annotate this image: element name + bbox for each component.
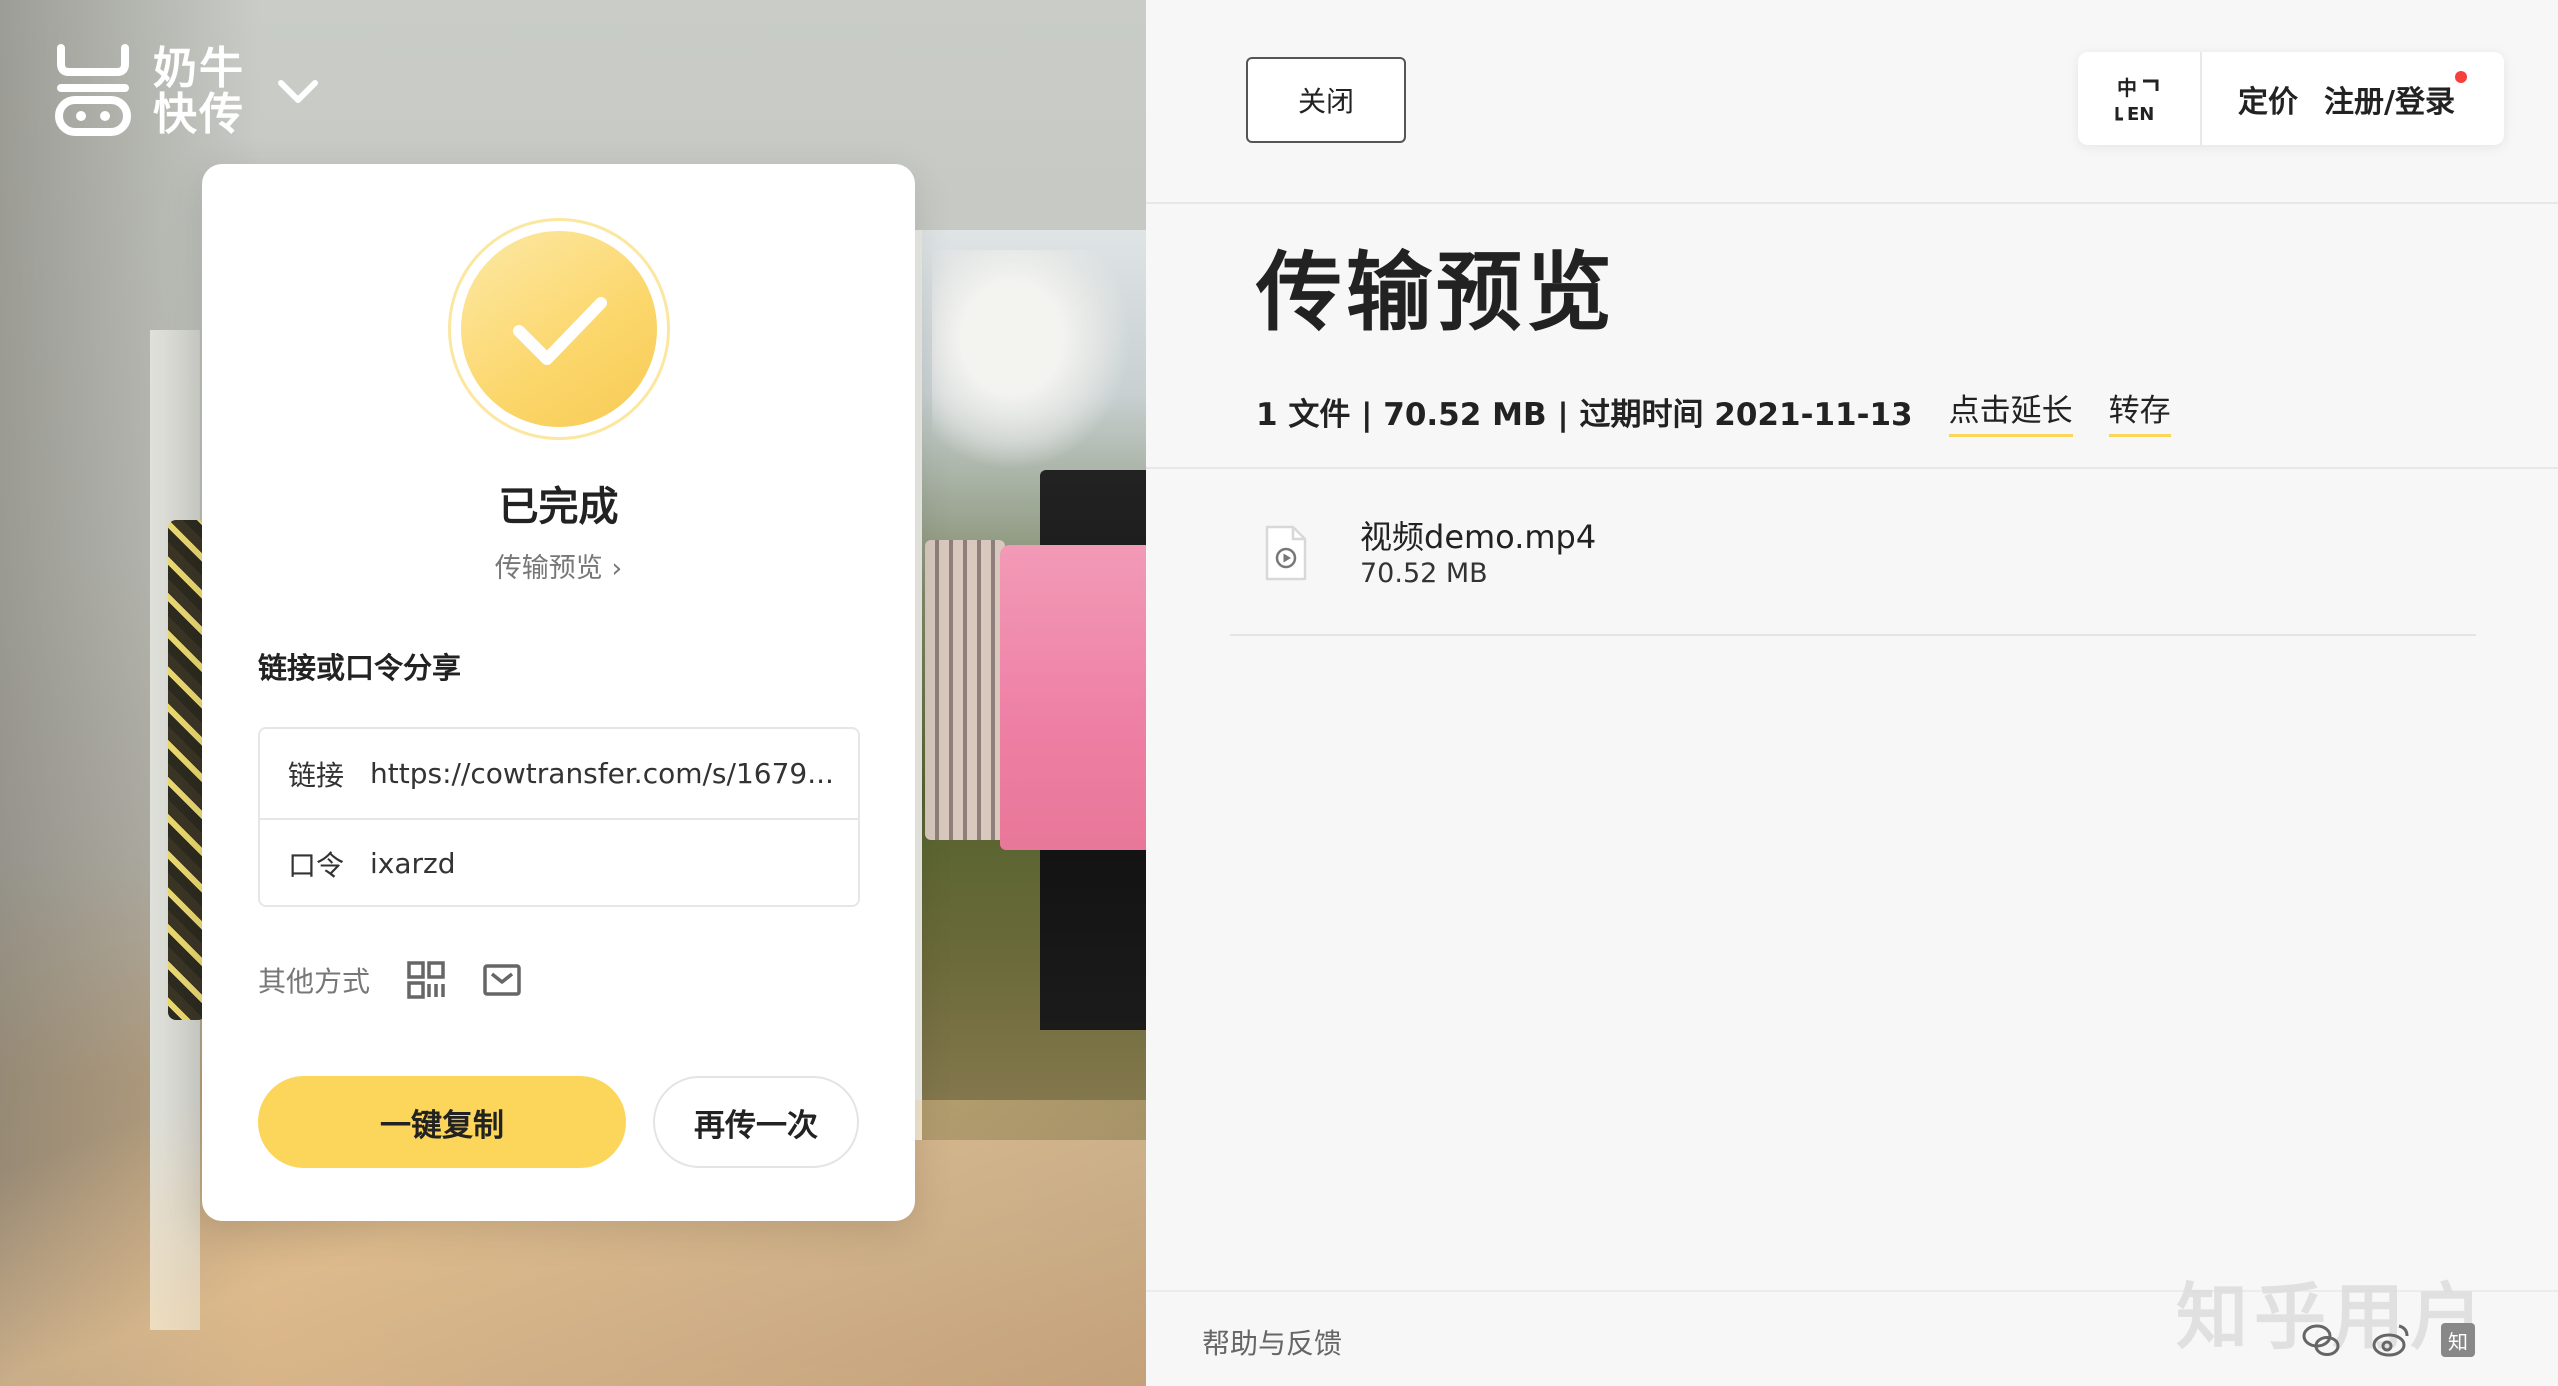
copy-button[interactable]: 一键复制: [258, 1076, 626, 1168]
transfer-summary: 1 文件 | 70.52 MB | 过期时间 2021-11-13: [1256, 396, 1913, 433]
divider: [1146, 202, 2558, 204]
logo-line2: 快传: [153, 89, 245, 140]
share-box: 链接 https://cowtransfer.com/s/1679... 口令 …: [258, 727, 860, 907]
cow-logo-icon: [55, 44, 131, 140]
status-title: 已完成: [498, 484, 619, 530]
wechat-icon[interactable]: [2301, 1320, 2341, 1360]
transfer-preview-link[interactable]: 传输预览 ›: [202, 546, 915, 585]
hanging-dress: [168, 520, 206, 1020]
file-size: 70.52 MB: [1360, 558, 1488, 589]
code-label: 口令: [288, 848, 345, 882]
page-title: 传输预览: [1256, 243, 1616, 343]
svg-text:EN: EN: [2127, 104, 2154, 125]
pink-shirt: [1000, 545, 1146, 850]
window-clouds: [932, 250, 1132, 470]
social-icons: 知: [2301, 1320, 2475, 1360]
link-row[interactable]: 链接 https://cowtransfer.com/s/1679...: [260, 729, 858, 818]
svg-text:中: 中: [2117, 76, 2137, 100]
success-check-icon: [448, 218, 670, 440]
logo-line1: 奶牛: [153, 43, 245, 94]
link-label: 链接: [288, 758, 345, 792]
footer: 帮助与反馈 知乎用户 知: [1146, 1275, 2558, 1386]
transfer-meta: 1 文件 | 70.52 MB | 过期时间 2021-11-13 点击延长 转…: [1256, 385, 2171, 437]
login-link[interactable]: 注册/登录: [2324, 70, 2467, 121]
email-icon[interactable]: [482, 960, 522, 1000]
zhihu-icon[interactable]: 知: [2441, 1323, 2475, 1357]
file-name: 视频demo.mp4: [1360, 518, 1597, 556]
help-feedback-link[interactable]: 帮助与反馈: [1202, 1322, 1342, 1362]
pricing-link[interactable]: 定价: [2238, 77, 2298, 121]
other-methods: 其他方式: [258, 960, 522, 1000]
link-value[interactable]: https://cowtransfer.com/s/1679...: [370, 757, 840, 790]
divider: [1146, 467, 2558, 469]
notification-dot: [2454, 70, 2467, 83]
file-row[interactable]: 视频demo.mp4 70.52 MB: [1230, 500, 2476, 636]
video-file-icon: [1264, 524, 1308, 582]
save-link[interactable]: 转存: [2108, 385, 2171, 437]
close-button[interactable]: 关闭: [1246, 57, 1406, 143]
language-switch-icon[interactable]: 中 EN: [2078, 52, 2202, 145]
share-card: 已完成 传输预览 › 链接或口令分享 链接 https://cowtransfe…: [202, 164, 915, 1221]
extend-link[interactable]: 点击延长: [1948, 385, 2073, 437]
other-methods-label: 其他方式: [258, 965, 371, 998]
preview-panel: 关闭 中 EN 定价 注册/登录 传输预览 1 文件 | 70.52 MB | …: [1146, 0, 2558, 1386]
code-row[interactable]: 口令 ixarzd: [260, 818, 858, 907]
logo[interactable]: 奶牛 快传: [55, 44, 321, 140]
code-value[interactable]: ixarzd: [370, 847, 840, 880]
share-section-label: 链接或口令分享: [258, 651, 462, 685]
chevron-down-icon[interactable]: [275, 69, 321, 115]
top-nav: 中 EN 定价 注册/登录: [2078, 52, 2504, 145]
logo-text: 奶牛 快传: [153, 46, 245, 138]
weibo-icon[interactable]: [2371, 1320, 2411, 1360]
transfer-again-button[interactable]: 再传一次: [653, 1076, 859, 1168]
login-label: 注册/登录: [2324, 84, 2455, 120]
striped-shirt: [925, 540, 1005, 840]
qrcode-icon[interactable]: [406, 960, 446, 1000]
